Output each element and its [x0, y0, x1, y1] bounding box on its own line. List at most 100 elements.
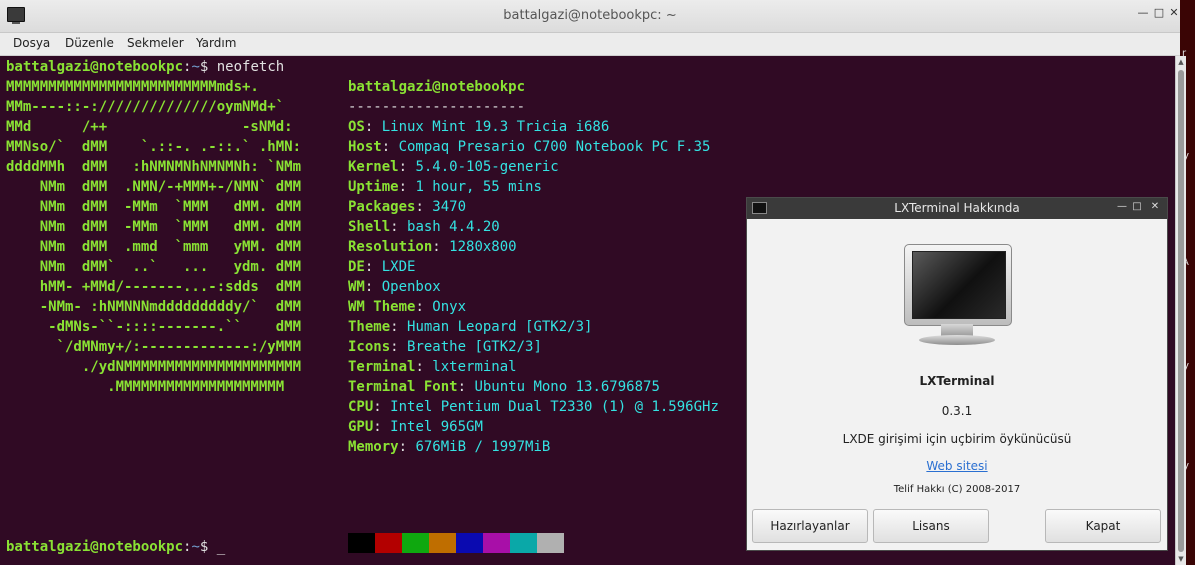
- info-key: CPU: [348, 399, 374, 415]
- color-swatch: [348, 533, 375, 553]
- info-line: Theme: Human Leopard [GTK2/3]: [348, 317, 592, 337]
- info-line: Kernel: 5.4.0-105-generic: [348, 157, 559, 177]
- info-value: Compaq Presario C700 Notebook PC F.35: [398, 139, 711, 155]
- command-line: battalgazi@notebookpc:~$ neofetch: [6, 57, 284, 77]
- logo-line: ./ydNMMMMMMMMMMMMMMMMMMMMM: [6, 359, 302, 375]
- info-key: WM Theme: [348, 299, 416, 315]
- info-separator: :: [364, 279, 382, 295]
- info-value: 3470: [432, 199, 467, 215]
- logo-line: .MMMMMMMMMMMMMMMMMMMM: [6, 379, 285, 395]
- info-key: Memory: [348, 439, 399, 455]
- scrollbar-thumb[interactable]: [1178, 70, 1184, 552]
- info-value: 1 hour, 55 mins: [415, 179, 542, 195]
- logo-line: MMd /++ -sNMd:: [6, 119, 293, 135]
- info-line: GPU: Intel 965GM: [348, 417, 483, 437]
- logo-line: ddddMMh dMM :hNMNMNhNMNMNh: `NMm: [6, 159, 302, 175]
- info-line: Resolution: 1280x800: [348, 237, 517, 257]
- info-separator: :: [373, 399, 391, 415]
- info-line: Packages: 3470: [348, 197, 466, 217]
- info-value: 1280x800: [449, 239, 517, 255]
- color-swatch: [510, 533, 537, 553]
- window-titlebar[interactable]: battalgazi@notebookpc: ~ — □ ✕: [0, 0, 1180, 33]
- info-key: Terminal: [348, 359, 416, 375]
- info-key: Icons: [348, 339, 391, 355]
- minimize-icon[interactable]: —: [1136, 6, 1150, 20]
- info-separator: :: [398, 159, 416, 175]
- close-button[interactable]: Kapat: [1045, 509, 1161, 543]
- menu-dosya[interactable]: Dosya: [13, 36, 50, 50]
- info-line: Uptime: 1 hour, 55 mins: [348, 177, 542, 197]
- website-link[interactable]: Web sitesi: [926, 459, 987, 473]
- info-key: Uptime: [348, 179, 399, 195]
- logo-line: MMm----::-://////////////oymNMd+`: [6, 99, 285, 115]
- info-line: WM Theme: Onyx: [348, 297, 466, 317]
- command-text: neofetch: [216, 59, 285, 75]
- logo-line: NMm dMM .mmd `mmm yMM. dMM: [6, 239, 302, 255]
- minimize-icon[interactable]: —: [1116, 201, 1128, 212]
- info-value: bash 4.4.20: [407, 219, 500, 235]
- info-separator: :: [415, 299, 433, 315]
- info-value: Breathe [GTK2/3]: [407, 339, 542, 355]
- info-key: GPU: [348, 419, 374, 435]
- info-separator: :: [373, 419, 391, 435]
- menu-yardim[interactable]: Yardım: [196, 36, 236, 50]
- info-separator: :: [415, 359, 433, 375]
- color-swatch: [483, 533, 510, 553]
- maximize-icon[interactable]: □: [1152, 6, 1166, 20]
- info-key: Theme: [348, 319, 391, 335]
- prompt-dollar: $: [199, 59, 217, 75]
- info-separator: :: [381, 139, 399, 155]
- info-value: Linux Mint 19.3 Tricia i686: [381, 119, 610, 135]
- close-icon[interactable]: ✕: [1149, 201, 1161, 212]
- info-separator: :: [390, 319, 408, 335]
- info-value: LXDE: [381, 259, 416, 275]
- app-description: LXDE girişimi için uçbirim öykünücüsü: [842, 432, 1072, 446]
- logo-line: -dMNs-``-::::-------.`` dMM: [6, 319, 302, 335]
- color-swatch: [537, 533, 564, 553]
- info-separator: :: [390, 339, 408, 355]
- info-key: Shell: [348, 219, 391, 235]
- logo-line: hMM- +MMd/-------...-:sdds dMM: [6, 279, 302, 295]
- info-value: Ubuntu Mono 13.6796875: [474, 379, 660, 395]
- info-separator: :: [364, 119, 382, 135]
- info-value: Intel Pentium Dual T2330 (1) @ 1.596GHz: [390, 399, 719, 415]
- info-line: Memory: 676MiB / 1997MiB: [348, 437, 550, 457]
- info-value: Onyx: [432, 299, 467, 315]
- neofetch-divider: ---------------------: [348, 99, 526, 115]
- menu-sekmeler[interactable]: Sekmeler: [127, 36, 184, 50]
- scroll-up-icon[interactable]: ▲: [1176, 57, 1186, 67]
- info-key: Resolution: [348, 239, 433, 255]
- info-separator: :: [364, 259, 382, 275]
- logo-line: NMm dMM -MMm `MMM dMM. dMM: [6, 219, 302, 235]
- color-swatch: [456, 533, 483, 553]
- maximize-icon[interactable]: □: [1131, 201, 1143, 212]
- license-button[interactable]: Lisans: [873, 509, 989, 543]
- close-icon[interactable]: ✕: [1167, 6, 1181, 20]
- logo-line: NMm dMM` ..` ... ydm. dMM: [6, 259, 302, 275]
- info-line: Icons: Breathe [GTK2/3]: [348, 337, 542, 357]
- info-value: Human Leopard [GTK2/3]: [407, 319, 593, 335]
- color-swatch: [429, 533, 456, 553]
- color-swatch: [402, 533, 429, 553]
- logo-line: MMMMMMMMMMMMMMMMMMMMMMMMMmds+.: [6, 79, 259, 95]
- info-line: DE: LXDE: [348, 257, 415, 277]
- menu-duzenle[interactable]: Düzenle: [65, 36, 114, 50]
- info-separator: :: [432, 239, 450, 255]
- info-key: Host: [348, 139, 382, 155]
- credits-button[interactable]: Hazırlayanlar: [752, 509, 868, 543]
- logo-line: `/dMNmy+/:-------------:/yMMM: [6, 339, 302, 355]
- info-line: CPU: Intel Pentium Dual T2330 (1) @ 1.59…: [348, 397, 719, 417]
- info-value: 5.4.0-105-generic: [415, 159, 559, 175]
- scroll-down-icon[interactable]: ▼: [1176, 554, 1186, 564]
- info-line: Shell: bash 4.4.20: [348, 217, 500, 237]
- dialog-titlebar[interactable]: LXTerminal Hakkında — □ ✕: [747, 198, 1167, 219]
- prompt-line: battalgazi@notebookpc:~$ _: [6, 537, 225, 557]
- info-key: Kernel: [348, 159, 399, 175]
- monitor-icon: [904, 244, 1012, 326]
- info-key: DE: [348, 259, 365, 275]
- copyright-text: Telif Hakkı (C) 2008-2017: [893, 484, 1021, 495]
- vertical-scrollbar[interactable]: ▲ ▼: [1175, 56, 1186, 565]
- info-line: OS: Linux Mint 19.3 Tricia i686: [348, 117, 609, 137]
- prompt-user: battalgazi@notebookpc: [6, 59, 184, 75]
- dialog-title: LXTerminal Hakkında: [894, 201, 1020, 215]
